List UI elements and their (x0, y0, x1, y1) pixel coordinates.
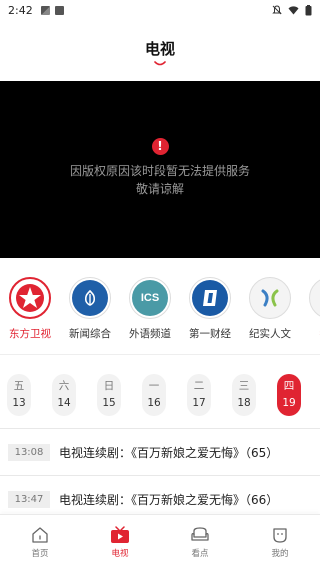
profile-icon (273, 528, 287, 543)
nav-label: 电视 (111, 549, 129, 559)
sofa-icon (191, 527, 209, 541)
bottom-navigation: 首页 电视 看点 我的 (0, 514, 320, 568)
channel-name: 纪实人文 (249, 328, 291, 340)
date-selector[interactable]: 五 13 六 14 日 15 一 16 二 17 三 18 四 19 (0, 374, 320, 424)
gallery-notification-icon (40, 5, 50, 15)
ics-logo-icon: ICS (129, 277, 171, 319)
channel-news[interactable]: 新闻综合 (60, 277, 120, 341)
mute-icon (272, 5, 282, 15)
wifi-icon (288, 5, 299, 15)
system-icons (272, 4, 312, 16)
nav-profile[interactable]: 我的 (240, 515, 320, 568)
status-bar: 2:42 (0, 0, 320, 20)
program-row[interactable]: 13:08 电视连续剧：《百万新娘之爱无悔》（65） (0, 429, 320, 475)
date-tab-selected[interactable]: 四 19 (277, 374, 301, 416)
channel-ics[interactable]: ICS 外语频道 (120, 277, 180, 341)
nav-label: 首页 (31, 549, 49, 559)
program-time: 13:08 (8, 443, 50, 461)
date-tab[interactable]: 一 16 (142, 374, 166, 416)
date-tab[interactable]: 三 18 (232, 374, 256, 416)
city-logo-icon (309, 277, 320, 319)
program-title: 电视连续剧：《百万新娘之爱无悔》（65） (59, 445, 279, 460)
channel-city[interactable]: 都市 (300, 277, 320, 341)
page-header: 电视 (0, 20, 320, 80)
app-notification-icon (54, 5, 64, 15)
channel-documentary[interactable]: 纪实人文 (240, 277, 300, 341)
dragon-tv-logo-icon (9, 277, 51, 319)
status-time: 2:42 (8, 3, 33, 17)
docu-logo-icon (249, 277, 291, 319)
channel-carousel[interactable]: 东方卫视 新闻综合 ICS 外语频道 第一财经 纪实人文 (0, 265, 320, 355)
date-tab[interactable]: 二 17 (187, 374, 211, 416)
channel-name: 外语频道 (129, 328, 171, 340)
smile-indicator-icon (154, 61, 166, 66)
program-title: 电视连续剧：《百万新娘之爱无悔》（66） (59, 492, 279, 507)
channel-name: 新闻综合 (69, 328, 111, 340)
channel-yicai[interactable]: 第一财经 (180, 277, 240, 341)
date-tab[interactable]: 六 14 (52, 374, 76, 416)
notification-icons (40, 5, 64, 15)
nav-highlights[interactable]: 看点 (160, 515, 240, 568)
nav-tv[interactable]: 电视 (80, 515, 160, 568)
date-tab[interactable]: 五 13 (7, 374, 31, 416)
nav-label: 我的 (271, 549, 289, 559)
app-screen: 2:42 电视 ! 因版权原因该时段暂无法提供服务 敬请谅解 东方卫视 新闻综合… (0, 0, 320, 568)
nav-home[interactable]: 首页 (0, 515, 80, 568)
date-tab[interactable]: 日 15 (97, 374, 121, 416)
program-time: 13:47 (8, 490, 50, 508)
program-list: 13:08 电视连续剧：《百万新娘之爱无悔》（65） 13:47 电视连续剧：《… (0, 428, 320, 522)
copyright-message: 因版权原因该时段暂无法提供服务 (69, 163, 250, 178)
video-player[interactable]: ! 因版权原因该时段暂无法提供服务 敬请谅解 (0, 81, 320, 258)
tv-icon (111, 526, 129, 543)
news-logo-icon (69, 277, 111, 319)
home-icon (32, 527, 48, 543)
channel-name: 东方卫视 (9, 328, 51, 340)
yicai-logo-icon (189, 277, 231, 319)
page-title: 电视 (144, 40, 175, 58)
channel-dragon-tv[interactable]: 东方卫视 (0, 277, 60, 341)
nav-label: 看点 (191, 549, 209, 559)
apology-message: 敬请谅解 (135, 181, 184, 196)
battery-icon (305, 4, 312, 16)
alert-icon: ! (151, 137, 169, 155)
channel-name: 第一财经 (189, 328, 231, 340)
